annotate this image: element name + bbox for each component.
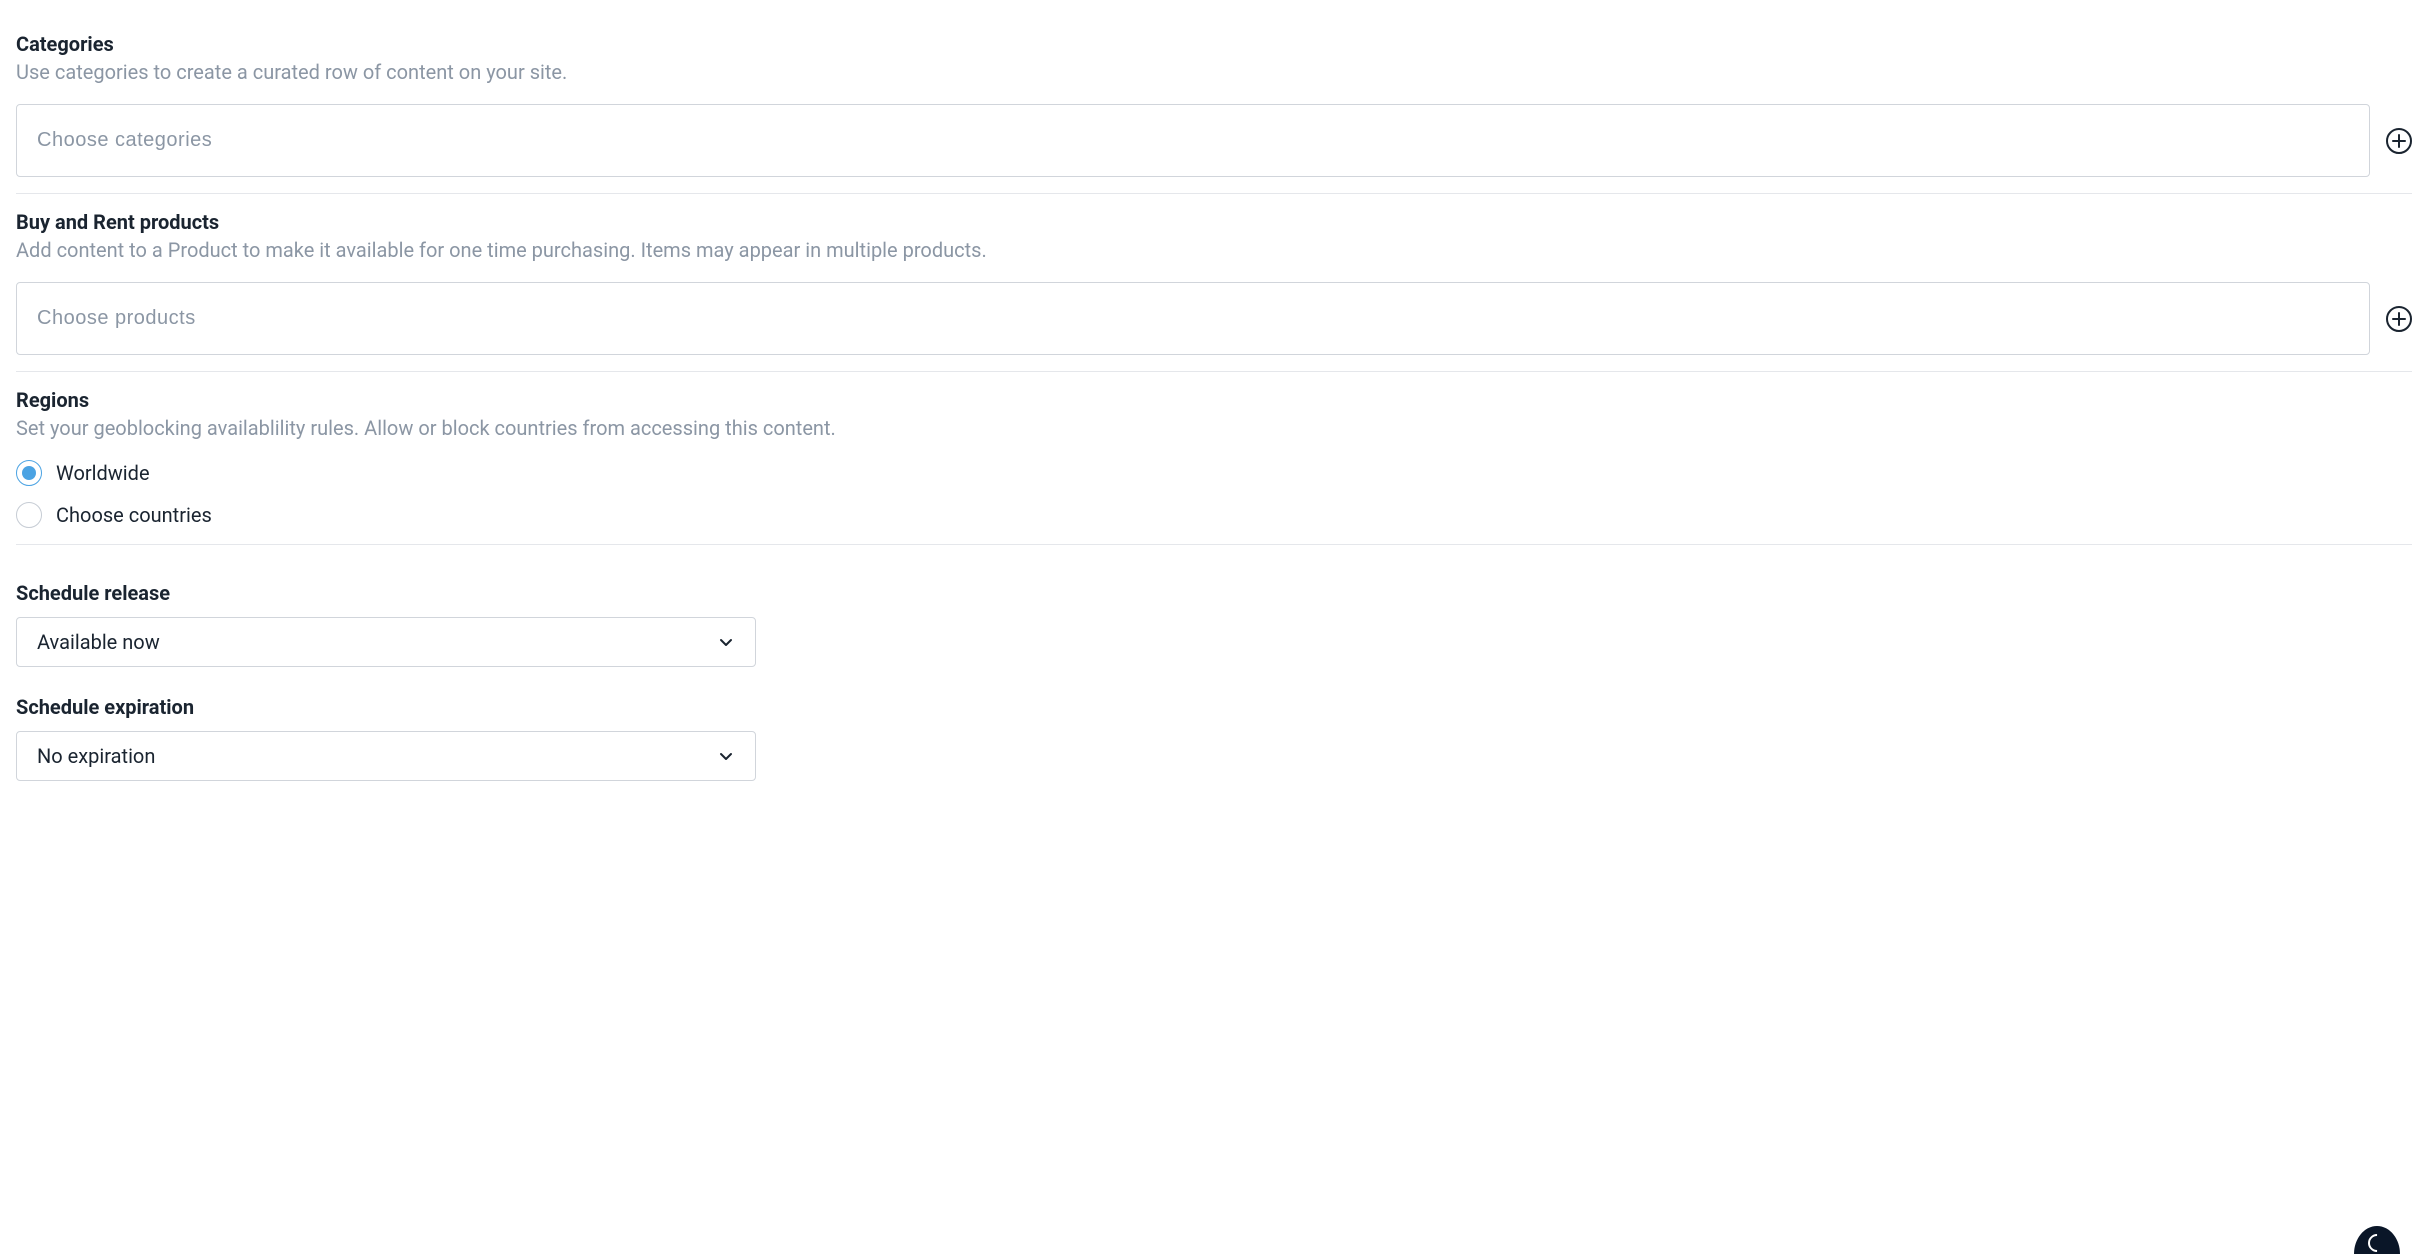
region-worldwide-label: Worldwide bbox=[56, 461, 150, 485]
categories-title: Categories bbox=[16, 32, 2412, 56]
region-choose-label: Choose countries bbox=[56, 503, 212, 527]
radio-indicator bbox=[16, 460, 42, 486]
products-input[interactable] bbox=[16, 282, 2370, 355]
regions-title: Regions bbox=[16, 388, 2412, 412]
schedule-release-select[interactable]: Available now bbox=[16, 617, 756, 667]
schedule-release-title: Schedule release bbox=[16, 581, 2412, 605]
regions-section: Regions Set your geoblocking availablili… bbox=[16, 372, 2412, 545]
radio-dot bbox=[22, 466, 36, 480]
regions-description: Set your geoblocking availablility rules… bbox=[16, 416, 2412, 440]
categories-description: Use categories to create a curated row o… bbox=[16, 60, 2412, 84]
schedule-expiration-select[interactable]: No expiration bbox=[16, 731, 756, 781]
radio-indicator bbox=[16, 502, 42, 528]
chevron-down-icon bbox=[717, 633, 735, 651]
products-title: Buy and Rent products bbox=[16, 210, 2412, 234]
schedule-expiration-block: Schedule expiration No expiration bbox=[16, 695, 2412, 781]
schedule-expiration-value: No expiration bbox=[37, 744, 155, 768]
categories-input[interactable] bbox=[16, 104, 2370, 177]
help-icon bbox=[2364, 1230, 2389, 1254]
plus-icon bbox=[2392, 312, 2406, 326]
categories-section: Categories Use categories to create a cu… bbox=[16, 16, 2412, 194]
categories-input-row bbox=[16, 104, 2412, 177]
schedule-release-value: Available now bbox=[37, 630, 160, 654]
schedule-expiration-title: Schedule expiration bbox=[16, 695, 2412, 719]
add-category-button[interactable] bbox=[2386, 128, 2412, 154]
chevron-down-icon bbox=[717, 747, 735, 765]
products-section: Buy and Rent products Add content to a P… bbox=[16, 194, 2412, 372]
plus-icon bbox=[2392, 134, 2406, 148]
schedule-release-block: Schedule release Available now bbox=[16, 581, 2412, 667]
products-description: Add content to a Product to make it avai… bbox=[16, 238, 2412, 262]
region-option-choose-countries[interactable]: Choose countries bbox=[16, 502, 2412, 528]
add-product-button[interactable] bbox=[2386, 306, 2412, 332]
schedule-section: Schedule release Available now Schedule … bbox=[16, 545, 2412, 781]
regions-radio-group: Worldwide Choose countries bbox=[16, 460, 2412, 528]
region-option-worldwide[interactable]: Worldwide bbox=[16, 460, 2412, 486]
products-input-row bbox=[16, 282, 2412, 355]
help-button[interactable] bbox=[2354, 1226, 2400, 1254]
